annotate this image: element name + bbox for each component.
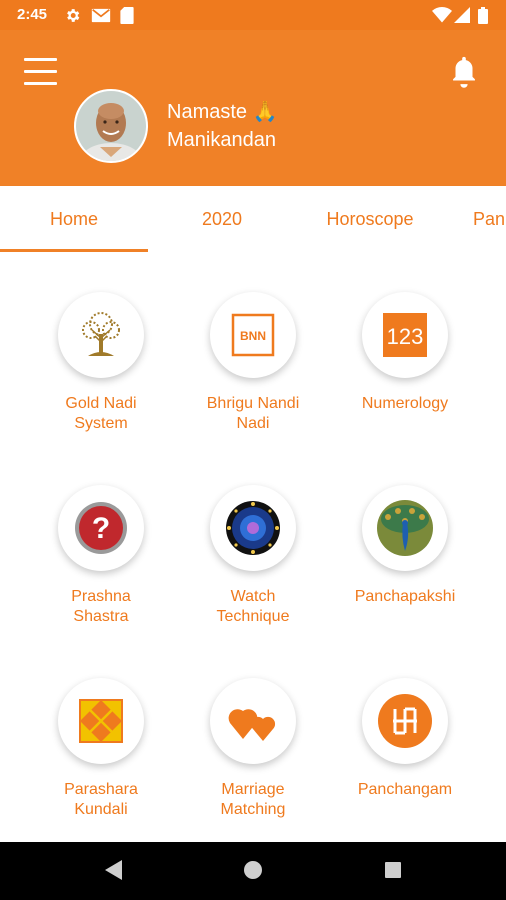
feature-grid: Gold Nadi System BNN Bhrigu Nandi Nadi 1… bbox=[0, 252, 506, 842]
tab-home[interactable]: Home bbox=[0, 186, 148, 252]
profile-header: Namaste 🙏 Manikandan bbox=[0, 30, 506, 186]
feature-label: Bhrigu Nandi Nadi bbox=[206, 395, 300, 432]
gmail-icon bbox=[91, 8, 111, 23]
home-icon[interactable] bbox=[242, 858, 264, 882]
hearts-icon bbox=[228, 709, 276, 741]
feature-icon-circle bbox=[362, 485, 448, 571]
feature-icon-circle: 123 bbox=[362, 292, 448, 378]
back-icon[interactable] bbox=[102, 858, 124, 882]
settings-icon bbox=[67, 9, 80, 22]
feature-icon-circle bbox=[58, 292, 144, 378]
feature-icon-circle: BNN bbox=[210, 292, 296, 378]
notification-bell-icon[interactable] bbox=[449, 55, 479, 89]
tab-2020[interactable]: 2020 bbox=[148, 186, 296, 252]
feature-parashara-kundali[interactable]: Parashara Kundali bbox=[25, 638, 177, 818]
question-icon-text: ? bbox=[92, 512, 110, 545]
tab-bar: Home 2020 Horoscope Pan bbox=[0, 186, 506, 252]
status-bar: 2:45 bbox=[0, 0, 506, 30]
status-time: 2:45 bbox=[17, 6, 48, 23]
feature-label: Watch Technique bbox=[216, 588, 290, 625]
feature-prashna-shastra[interactable]: ? Prashna Shastra bbox=[25, 445, 177, 625]
feature-icon-circle bbox=[210, 678, 296, 764]
feature-label: Panchangam bbox=[357, 781, 453, 798]
greeting-namaste: Namaste 🙏 bbox=[167, 101, 278, 123]
swastika-icon bbox=[378, 694, 432, 748]
numerology-icon: 123 bbox=[383, 313, 427, 357]
tree-icon bbox=[82, 312, 120, 356]
feature-icon-circle: ? bbox=[58, 485, 144, 571]
feature-panchangam[interactable]: Panchangam bbox=[329, 638, 481, 818]
tab-panchangam[interactable]: Pan bbox=[444, 186, 506, 252]
system-nav-bar bbox=[0, 842, 506, 900]
feature-label: Numerology bbox=[361, 395, 449, 412]
recents-icon[interactable] bbox=[382, 858, 404, 882]
feature-label: Gold Nadi System bbox=[65, 395, 137, 432]
peacock-icon bbox=[377, 500, 433, 556]
greeting-username: Manikandan bbox=[167, 129, 276, 151]
feature-watch-technique[interactable]: Watch Technique bbox=[177, 445, 329, 625]
user-avatar[interactable] bbox=[74, 89, 148, 163]
numerology-icon-text: 123 bbox=[387, 324, 424, 349]
tab-horoscope[interactable]: Horoscope bbox=[296, 186, 444, 252]
kundali-chart-icon bbox=[79, 699, 123, 743]
bnn-icon-text: BNN bbox=[240, 329, 266, 343]
battery-icon bbox=[478, 7, 488, 24]
feature-gold-nadi-system[interactable]: Gold Nadi System bbox=[25, 252, 177, 432]
feature-panchapakshi[interactable]: Panchapakshi bbox=[329, 445, 481, 625]
user-photo bbox=[76, 91, 146, 161]
feature-label: Parashara Kundali bbox=[64, 781, 138, 818]
sd-card-icon bbox=[120, 7, 134, 24]
greeting: Namaste 🙏 Manikandan bbox=[167, 98, 278, 154]
signal-icon bbox=[454, 7, 470, 23]
feature-label: Marriage Matching bbox=[220, 781, 286, 818]
hamburger-menu-button[interactable] bbox=[24, 58, 58, 86]
feature-bhrigu-nandi-nadi[interactable]: BNN Bhrigu Nandi Nadi bbox=[177, 252, 329, 432]
feature-label: Panchapakshi bbox=[354, 588, 456, 605]
cosmic-watch-icon bbox=[226, 501, 280, 555]
feature-numerology[interactable]: 123 Numerology bbox=[329, 252, 481, 432]
feature-marriage-matching[interactable]: Marriage Matching bbox=[177, 638, 329, 818]
feature-icon-circle bbox=[362, 678, 448, 764]
feature-label: Prashna Shastra bbox=[71, 588, 131, 625]
wifi-icon bbox=[432, 7, 452, 23]
feature-icon-circle bbox=[210, 485, 296, 571]
question-icon: ? bbox=[75, 502, 127, 554]
bnn-icon: BNN bbox=[231, 313, 275, 357]
feature-icon-circle bbox=[58, 678, 144, 764]
